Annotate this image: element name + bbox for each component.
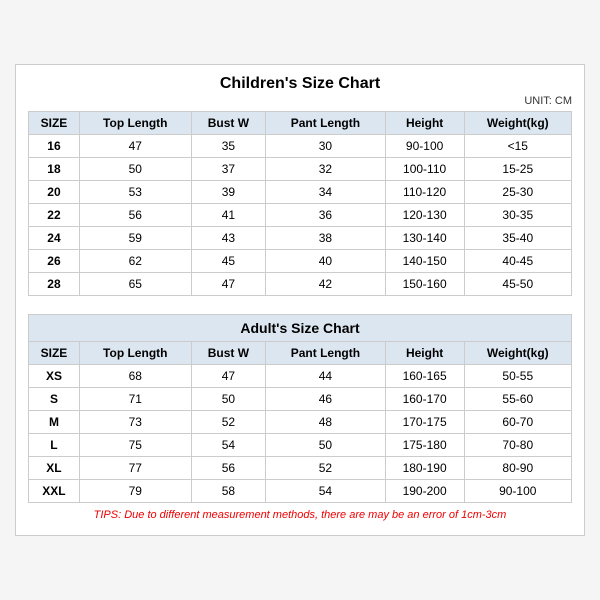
adults-section-title: Adult's Size Chart	[29, 315, 572, 342]
table-row: 1647353090-100<15	[29, 135, 572, 158]
table-row: XS684744160-16550-55	[29, 365, 572, 388]
table-row: 20533934110-12025-30	[29, 181, 572, 204]
table-row: 26624540140-15040-45	[29, 250, 572, 273]
adults-col-header: Pant Length	[266, 342, 386, 365]
tips-table: TIPS: Due to different measurement metho…	[28, 503, 572, 525]
table-row: S715046160-17055-60	[29, 388, 572, 411]
children-col-header: Height	[385, 112, 464, 135]
unit-label: UNIT: CM	[28, 95, 572, 107]
tips-row: TIPS: Due to different measurement metho…	[28, 503, 572, 525]
children-col-header: Top Length	[79, 112, 191, 135]
children-col-header: SIZE	[29, 112, 80, 135]
adults-table: Adult's Size ChartSIZETop LengthBust WPa…	[28, 314, 572, 503]
children-col-header: Pant Length	[266, 112, 386, 135]
adults-col-header: Top Length	[79, 342, 191, 365]
size-chart: Children's Size Chart UNIT: CM SIZETop L…	[15, 64, 585, 536]
adults-col-header: Height	[385, 342, 464, 365]
children-table: SIZETop LengthBust WPant LengthHeightWei…	[28, 111, 572, 296]
table-row: L755450175-18070-80	[29, 434, 572, 457]
adults-col-header: Weight(kg)	[464, 342, 571, 365]
table-row: 24594338130-14035-40	[29, 227, 572, 250]
table-row: 28654742150-16045-50	[29, 273, 572, 296]
children-col-header: Weight(kg)	[464, 112, 571, 135]
table-row: 18503732100-11015-25	[29, 158, 572, 181]
table-row: 22564136120-13030-35	[29, 204, 572, 227]
table-row: XXL795854190-20090-100	[29, 480, 572, 503]
table-row: M735248170-17560-70	[29, 411, 572, 434]
adults-col-header: Bust W	[191, 342, 266, 365]
table-row: XL775652180-19080-90	[29, 457, 572, 480]
tips-text: TIPS: Due to different measurement metho…	[94, 509, 507, 521]
adults-col-header: SIZE	[29, 342, 80, 365]
chart-title: Children's Size Chart	[28, 75, 572, 93]
children-col-header: Bust W	[191, 112, 266, 135]
